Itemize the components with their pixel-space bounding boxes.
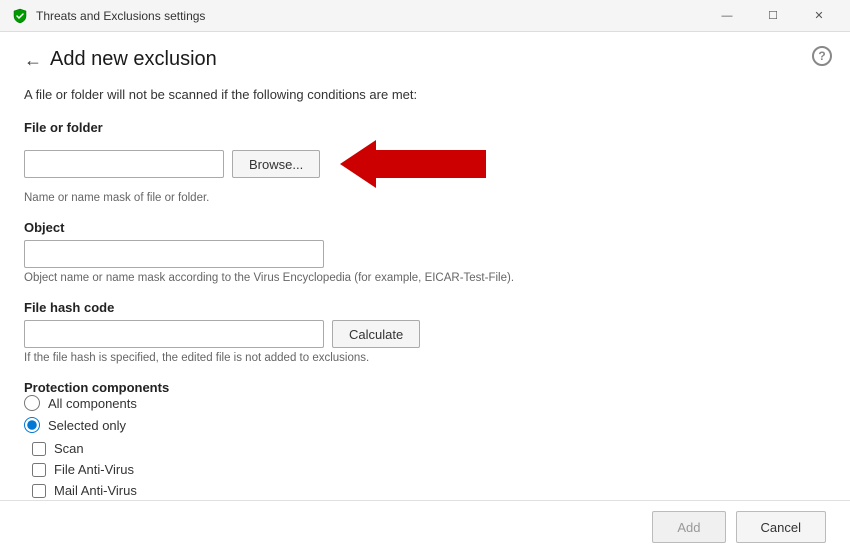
file-hash-hint: If the file hash is specified, the edite… — [24, 352, 826, 364]
page-title: Add new exclusion — [50, 48, 217, 71]
radio-all-components[interactable]: All components — [24, 395, 826, 411]
scan-checkbox[interactable] — [32, 442, 46, 456]
checkbox-group: Scan File Anti-Virus Mail Anti-Virus Web… — [24, 441, 826, 500]
description-text: A file or folder will not be scanned if … — [24, 87, 826, 102]
file-hash-group: File hash code Calculate If the file has… — [24, 300, 826, 364]
file-or-folder-group: File or folder Browse... Name or name ma… — [24, 120, 826, 204]
file-folder-input[interactable] — [24, 150, 224, 178]
title-bar-left: Threats and Exclusions settings — [12, 8, 205, 24]
arrow-shaft — [376, 150, 486, 178]
mail-av-label: Mail Anti-Virus — [54, 483, 137, 498]
footer: Add Cancel — [0, 500, 850, 553]
minimize-button[interactable]: — — [704, 0, 750, 32]
object-row — [24, 240, 826, 268]
protection-components-title: Protection components — [24, 380, 169, 395]
checkbox-file-av[interactable]: File Anti-Virus — [32, 462, 826, 477]
checkbox-mail-av[interactable]: Mail Anti-Virus — [32, 483, 826, 498]
object-input[interactable] — [24, 240, 324, 268]
add-button[interactable]: Add — [652, 511, 725, 543]
radio-selected-label: Selected only — [48, 418, 126, 433]
calculate-button[interactable]: Calculate — [332, 320, 420, 348]
content-area: A file or folder will not be scanned if … — [0, 75, 850, 500]
arrow-head — [340, 140, 376, 188]
browse-button[interactable]: Browse... — [232, 150, 320, 178]
checkbox-scan[interactable]: Scan — [32, 441, 826, 456]
file-hash-row: Calculate — [24, 320, 826, 348]
cancel-button[interactable]: Cancel — [736, 511, 826, 543]
radio-all-label: All components — [48, 396, 137, 411]
file-av-checkbox[interactable] — [32, 463, 46, 477]
radio-selected-only[interactable]: Selected only — [24, 417, 826, 433]
radio-selected-input[interactable] — [24, 417, 40, 433]
title-bar-controls: — ☐ ✕ — [704, 0, 842, 32]
object-hint: Object name or name mask according to th… — [24, 272, 826, 284]
file-hash-label: File hash code — [24, 300, 826, 315]
scan-label: Scan — [54, 441, 84, 456]
radio-all-input[interactable] — [24, 395, 40, 411]
file-folder-row: Browse... — [24, 140, 826, 188]
main-window: ← Add new exclusion ? A file or folder w… — [0, 32, 850, 553]
file-folder-label: File or folder — [24, 120, 826, 135]
protection-components-group: Protection components All components Sel… — [24, 380, 826, 500]
back-row: ← Add new exclusion — [24, 48, 826, 71]
title-bar: Threats and Exclusions settings — ☐ ✕ — [0, 0, 850, 32]
page-header: ← Add new exclusion ? — [0, 32, 850, 75]
file-av-label: File Anti-Virus — [54, 462, 134, 477]
help-icon[interactable]: ? — [812, 46, 832, 66]
back-button[interactable]: ← — [24, 51, 42, 69]
close-button[interactable]: ✕ — [796, 0, 842, 32]
app-icon — [12, 8, 28, 24]
object-label: Object — [24, 220, 826, 235]
file-folder-hint: Name or name mask of file or folder. — [24, 192, 826, 204]
radio-group: All components Selected only — [24, 395, 826, 433]
file-hash-input[interactable] — [24, 320, 324, 348]
red-arrow-indicator — [340, 140, 486, 188]
mail-av-checkbox[interactable] — [32, 484, 46, 498]
object-group: Object Object name or name mask accordin… — [24, 220, 826, 284]
maximize-button[interactable]: ☐ — [750, 0, 796, 32]
title-bar-text: Threats and Exclusions settings — [36, 9, 205, 23]
